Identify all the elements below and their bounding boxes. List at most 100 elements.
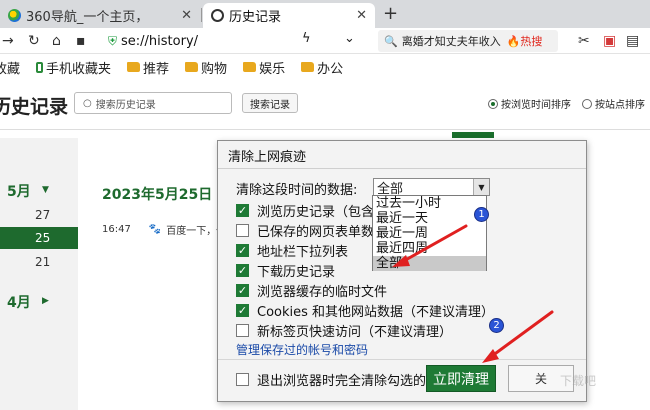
option-label: 下载历史记录 xyxy=(257,265,336,280)
address-text: se://history/ xyxy=(121,33,199,49)
close-tab-icon[interactable]: ✕ xyxy=(175,8,192,23)
entry-time: 16:47 xyxy=(102,224,131,235)
day-item-selected[interactable]: 25 xyxy=(0,227,78,249)
month-may[interactable]: 5月 xyxy=(7,181,31,201)
folder-icon xyxy=(185,62,199,72)
chevron-down-icon[interactable]: ⌄ xyxy=(344,31,355,46)
dropdown-option-selected[interactable]: 全部 xyxy=(373,256,486,271)
option-cookies[interactable]: ✓ Cookies 和其他网站数据（不建议清理） xyxy=(236,301,494,320)
caret-down-icon[interactable]: ▼ xyxy=(42,185,49,195)
folder-icon xyxy=(301,62,315,72)
option-label: 浏览器缓存的临时文件 xyxy=(257,285,388,300)
option-label: 地址栏下拉列表 xyxy=(257,245,349,260)
bookmark-folder-recommend[interactable]: 推荐 xyxy=(127,58,169,77)
search-suggestion: 离婚才知丈夫年收入 xyxy=(401,35,501,48)
game-controller-icon[interactable]: ▣ xyxy=(603,31,616,51)
divider xyxy=(218,359,586,360)
dropdown-arrow-icon[interactable]: ▼ xyxy=(473,179,489,195)
shield-icon: ⛨ xyxy=(108,33,118,48)
scissors-icon[interactable]: ✂ xyxy=(578,31,590,51)
bookmark-mobile-favorites[interactable]: 手机收藏夹 xyxy=(36,58,111,77)
clear-now-button[interactable]: 立即清理 xyxy=(426,365,496,392)
checkbox-checked-icon[interactable]: ✓ xyxy=(236,264,249,277)
checkbox-checked-icon[interactable]: ✓ xyxy=(236,284,249,297)
option-label: 新标签页快速访问（不建议清理） xyxy=(257,325,453,340)
date-sidebar: 5月 ▼ 27 25 21 4月 ▶ xyxy=(0,138,78,410)
option-label: 已保存的网页表单数 xyxy=(257,225,374,240)
bookmark-folder-entertainment[interactable]: 娱乐 xyxy=(243,58,285,77)
day-item[interactable]: 27 xyxy=(0,204,78,226)
history-search-input[interactable]: ○ 搜索历史记录 xyxy=(74,92,232,114)
option-new-tab-quick-access[interactable]: 新标签页快速访问（不建议清理） xyxy=(236,321,452,340)
checkbox-checked-icon[interactable]: ✓ xyxy=(236,304,249,317)
sort-by-site-option[interactable]: 按站点排序 xyxy=(582,96,645,111)
bookmarks-bar: 收藏 手机收藏夹 推荐 购物 娱乐 办公 xyxy=(0,55,650,79)
bookmark-folder-shopping[interactable]: 购物 xyxy=(185,58,227,77)
option-browsing-history[interactable]: ✓ 浏览历史记录（包含 xyxy=(236,201,374,220)
time-range-select[interactable]: 全部 ▼ xyxy=(373,178,490,197)
tab-360-navigation[interactable]: 360导航_一个主页， ✕ xyxy=(0,3,200,28)
forward-icon[interactable]: → xyxy=(2,31,14,51)
option-saved-form-data[interactable]: 已保存的网页表单数 xyxy=(236,221,374,240)
time-range-dropdown-list: 过去一小时 最近一天 最近一周 最近四周 全部 xyxy=(372,195,487,271)
option-label: Cookies 和其他网站数据（不建议清理） xyxy=(257,305,495,320)
search-icon: 🔍 xyxy=(384,34,398,48)
dropdown-option[interactable]: 最近一周 xyxy=(373,226,486,241)
clock-icon xyxy=(211,9,224,22)
reload-icon[interactable]: ↻ xyxy=(28,31,40,51)
checkbox-icon[interactable] xyxy=(236,224,249,237)
manage-passwords-link[interactable]: 管理保存过的帐号和密码 xyxy=(236,341,368,358)
history-entry[interactable]: 16:47 🐾 百度一下，你 xyxy=(102,222,226,237)
baidu-paw-icon: 🐾 xyxy=(148,224,162,235)
day-item[interactable]: 21 xyxy=(0,251,78,273)
checkbox-checked-icon[interactable]: ✓ xyxy=(236,244,249,257)
tab-history[interactable]: 历史记录 ✕ xyxy=(203,3,375,28)
checkbox-icon[interactable] xyxy=(236,373,249,386)
clear-on-exit-option[interactable]: 退出浏览器时完全清除勾选的 xyxy=(236,370,426,389)
bookmark-label: 收藏 xyxy=(0,61,21,77)
month-april[interactable]: 4月 xyxy=(7,292,31,312)
folder-icon xyxy=(127,62,141,72)
radio-icon xyxy=(582,98,592,109)
home-icon[interactable]: ⌂ xyxy=(52,31,61,51)
dropdown-option[interactable]: 最近四周 xyxy=(373,241,486,256)
sort-label: 按站点排序 xyxy=(595,100,645,111)
checkbox-checked-icon[interactable]: ✓ xyxy=(236,204,249,217)
close-tab-icon[interactable]: ✕ xyxy=(350,8,367,23)
book-icon[interactable]: ▤ xyxy=(626,31,639,51)
clear-history-button-partial[interactable] xyxy=(452,132,494,138)
bookmark-label: 推荐 xyxy=(143,61,170,77)
option-cache-files[interactable]: ✓ 浏览器缓存的临时文件 xyxy=(236,281,387,300)
option-address-bar-dropdown[interactable]: ✓ 地址栏下拉列表 xyxy=(236,241,348,260)
briefcase-icon[interactable]: ▪ xyxy=(76,31,86,51)
option-label: 退出浏览器时完全清除勾选的 xyxy=(257,374,427,389)
new-tab-button[interactable]: + xyxy=(383,3,398,24)
search-box[interactable]: 🔍 离婚才知丈夫年收入 🔥热搜 xyxy=(378,30,558,52)
tab-strip: 360导航_一个主页， ✕ 历史记录 ✕ + xyxy=(0,0,650,28)
folder-icon xyxy=(243,62,257,72)
search-history-button[interactable]: 搜索记录 xyxy=(242,93,298,113)
360-logo-icon xyxy=(8,9,21,22)
bookmark-label: 购物 xyxy=(201,61,228,77)
dropdown-option[interactable]: 过去一小时 xyxy=(373,196,486,211)
search-icon: ○ xyxy=(83,97,92,109)
step-badge-2: 2 xyxy=(489,318,504,333)
tab-title: 360导航_一个主页， xyxy=(26,10,149,25)
lightning-icon[interactable]: ϟ xyxy=(302,31,311,46)
sort-label: 按浏览时间排序 xyxy=(501,100,571,111)
caret-right-icon[interactable]: ▶ xyxy=(42,296,49,306)
address-bar[interactable]: ⛨ se://history/ xyxy=(102,30,374,52)
bookmark-label: 手机收藏夹 xyxy=(46,61,112,77)
option-label: 浏览历史记录（包含 xyxy=(257,205,374,220)
bookmark-favorites[interactable]: 收藏 xyxy=(0,58,20,77)
sort-by-time-option[interactable]: 按浏览时间排序 xyxy=(488,96,571,111)
clear-data-dialog: 清除上网痕迹 清除这段时间的数据: 全部 ▼ ✓ 浏览历史记录（包含 已保存的网… xyxy=(217,140,587,402)
phone-icon xyxy=(36,61,44,73)
bookmark-folder-office[interactable]: 办公 xyxy=(301,58,343,77)
checkbox-icon[interactable] xyxy=(236,324,249,337)
time-range-label: 清除这段时间的数据: xyxy=(236,183,358,198)
time-range-value: 全部 xyxy=(377,181,404,197)
option-download-history[interactable]: ✓ 下载历史记录 xyxy=(236,261,335,280)
navigation-toolbar: → ↻ ⌂ ▪ ⛨ se://history/ ϟ ⌄ 🔍 离婚才知丈夫年收入 … xyxy=(0,28,650,54)
dropdown-option[interactable]: 最近一天 xyxy=(373,211,486,226)
